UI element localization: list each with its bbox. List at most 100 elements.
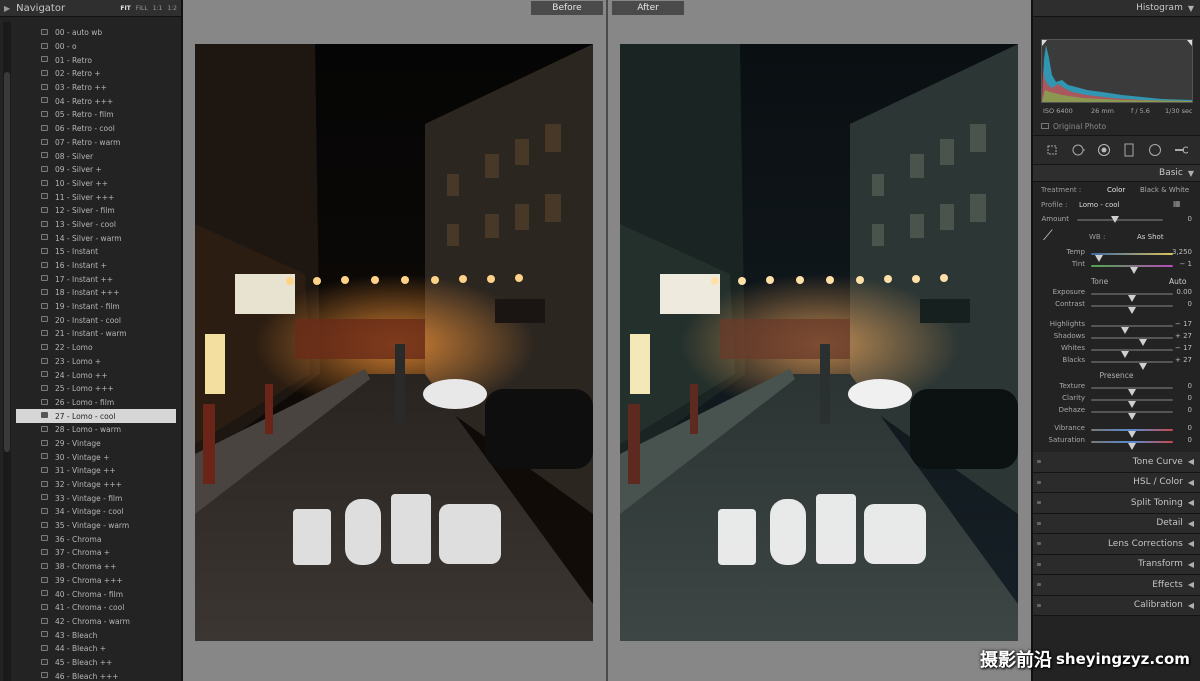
panel-detail[interactable]: Detail ◀ (1033, 513, 1200, 534)
preset-item[interactable]: 09 - Silver + (16, 163, 176, 177)
dehaze-value[interactable]: 0 (1188, 406, 1192, 414)
expand-left-icon[interactable]: ◀ (1188, 519, 1194, 528)
basic-header[interactable]: Basic ▼ (1033, 165, 1200, 182)
preset-item[interactable]: 12 - Silver - film (16, 204, 176, 218)
preset-item[interactable]: 33 - Vintage - film (16, 491, 176, 505)
clarity-value[interactable]: 0 (1188, 394, 1192, 402)
collapse-triangle-icon[interactable]: ▶ (4, 4, 10, 13)
panel-split-toning[interactable]: Split Toning ◀ (1033, 493, 1200, 514)
panel-toggle-icon[interactable] (1037, 480, 1041, 484)
panel-toggle-icon[interactable] (1037, 562, 1041, 566)
preset-item[interactable]: 16 - Instant + (16, 259, 176, 273)
preset-item[interactable]: 29 - Vintage (16, 437, 176, 451)
expand-left-icon[interactable]: ◀ (1188, 457, 1194, 466)
preset-item[interactable]: 06 - Retro - cool (16, 122, 176, 136)
panel-toggle-icon[interactable] (1037, 542, 1041, 545)
shadows-value[interactable]: + 27 (1175, 332, 1192, 340)
vibrance-value[interactable]: 0 (1188, 424, 1192, 432)
preset-item[interactable]: 43 - Bleach (16, 628, 176, 642)
expand-left-icon[interactable]: ◀ (1188, 601, 1194, 610)
preset-item[interactable]: 22 - Lomo (16, 341, 176, 355)
treatment-color[interactable]: Color (1107, 186, 1125, 194)
before-photo[interactable] (195, 44, 593, 641)
zoom-fit[interactable]: FIT (120, 5, 130, 12)
panel-hsl-color[interactable]: HSL / Color ◀ (1033, 472, 1200, 493)
preset-item[interactable]: 07 - Retro - warm (16, 136, 176, 150)
preset-item[interactable]: 34 - Vintage - cool (16, 505, 176, 519)
preset-item[interactable]: 20 - Instant - cool (16, 313, 176, 327)
highlights-value[interactable]: − 17 (1175, 320, 1192, 328)
expand-left-icon[interactable]: ◀ (1188, 580, 1194, 589)
contrast-slider[interactable] (1091, 305, 1173, 314)
preset-item[interactable]: 45 - Bleach ++ (16, 656, 176, 670)
preset-item[interactable]: 03 - Retro ++ (16, 81, 176, 95)
preset-item[interactable]: 42 - Chroma - warm (16, 615, 176, 629)
preset-item[interactable]: 27 - Lomo - cool (16, 409, 176, 423)
preset-item[interactable]: 44 - Bleach + (16, 642, 176, 656)
preset-item[interactable]: 08 - Silver (16, 149, 176, 163)
saturation-slider[interactable] (1091, 441, 1173, 450)
collapse-down-icon[interactable]: ▼ (1188, 4, 1194, 13)
zoom-fill[interactable]: FILL (136, 5, 148, 12)
preset-item[interactable]: 30 - Vintage + (16, 450, 176, 464)
zoom-1-2[interactable]: 1:2 (167, 5, 177, 12)
after-photo[interactable] (620, 44, 1018, 641)
saturation-value[interactable]: 0 (1188, 436, 1192, 444)
exposure-slider[interactable] (1091, 293, 1173, 302)
profile-select[interactable]: Lomo - cool (1079, 201, 1120, 209)
preset-item[interactable]: 15 - Instant (16, 245, 176, 259)
original-photo-checkbox[interactable]: Original Photo (1033, 117, 1200, 135)
blacks-slider[interactable] (1091, 361, 1173, 370)
preset-item[interactable]: 00 - auto wb (16, 26, 176, 40)
tint-value[interactable]: − 1 (1179, 260, 1192, 268)
preset-item[interactable]: 05 - Retro - film (16, 108, 176, 122)
crop-tool-icon[interactable] (1045, 143, 1059, 157)
checkbox-icon[interactable] (1041, 123, 1049, 129)
auto-tone-button[interactable]: Auto (1169, 277, 1186, 286)
preset-item[interactable]: 23 - Lomo + (16, 355, 176, 369)
preset-item[interactable]: 01 - Retro (16, 53, 176, 67)
whites-value[interactable]: − 17 (1175, 344, 1192, 352)
preset-item[interactable]: 41 - Chroma - cool (16, 601, 176, 615)
collapse-down-icon[interactable]: ▼ (1188, 169, 1194, 178)
dehaze-slider-knob[interactable] (1128, 413, 1136, 420)
panel-tone-curve[interactable]: Tone Curve ◀ (1033, 452, 1200, 473)
preset-item[interactable]: 21 - Instant - warm (16, 327, 176, 341)
zoom-1-1[interactable]: 1:1 (153, 5, 163, 12)
histogram-graph[interactable] (1041, 39, 1193, 103)
panel-toggle-icon[interactable] (1037, 603, 1041, 607)
expand-left-icon[interactable]: ◀ (1188, 498, 1194, 507)
preset-item[interactable]: 17 - Instant ++ (16, 272, 176, 286)
navigator-header[interactable]: ▶ Navigator FIT FILL 1:1 1:2 (0, 0, 181, 17)
temp-slider[interactable] (1091, 253, 1173, 262)
preset-item[interactable]: 28 - Lomo - warm (16, 423, 176, 437)
preset-item[interactable]: 40 - Chroma - film (16, 587, 176, 601)
preset-item[interactable]: 00 - o (16, 40, 176, 54)
preset-item[interactable]: 46 - Bleach +++ (16, 669, 176, 681)
preset-item[interactable]: 26 - Lomo - film (16, 396, 176, 410)
preset-item[interactable]: 14 - Silver - warm (16, 231, 176, 245)
preset-item[interactable]: 25 - Lomo +++ (16, 382, 176, 396)
histogram-header[interactable]: Histogram ▼ (1033, 0, 1200, 17)
blacks-slider-knob[interactable] (1139, 363, 1147, 370)
preset-item[interactable]: 38 - Chroma ++ (16, 560, 176, 574)
clarity-slider[interactable] (1091, 399, 1173, 408)
graduated-filter-icon[interactable] (1122, 143, 1136, 157)
preset-item[interactable]: 32 - Vintage +++ (16, 478, 176, 492)
panel-effects[interactable]: Effects ◀ (1033, 575, 1200, 596)
wb-select[interactable]: As Shot (1137, 233, 1164, 241)
treatment-bw[interactable]: Black & White (1140, 186, 1189, 194)
left-scrollbar[interactable] (3, 22, 11, 681)
texture-slider[interactable] (1091, 387, 1173, 396)
expand-left-icon[interactable]: ◀ (1188, 478, 1194, 487)
expand-left-icon[interactable]: ◀ (1188, 539, 1194, 548)
preset-item[interactable]: 31 - Vintage ++ (16, 464, 176, 478)
red-eye-icon[interactable] (1097, 143, 1111, 157)
tint-slider[interactable] (1091, 265, 1173, 274)
preset-item[interactable]: 36 - Chroma (16, 532, 176, 546)
vibrance-slider[interactable] (1091, 429, 1173, 438)
preset-item[interactable]: 02 - Retro + (16, 67, 176, 81)
preset-item[interactable]: 19 - Instant - film (16, 300, 176, 314)
preset-item[interactable]: 10 - Silver ++ (16, 177, 176, 191)
radial-filter-icon[interactable] (1148, 143, 1162, 157)
